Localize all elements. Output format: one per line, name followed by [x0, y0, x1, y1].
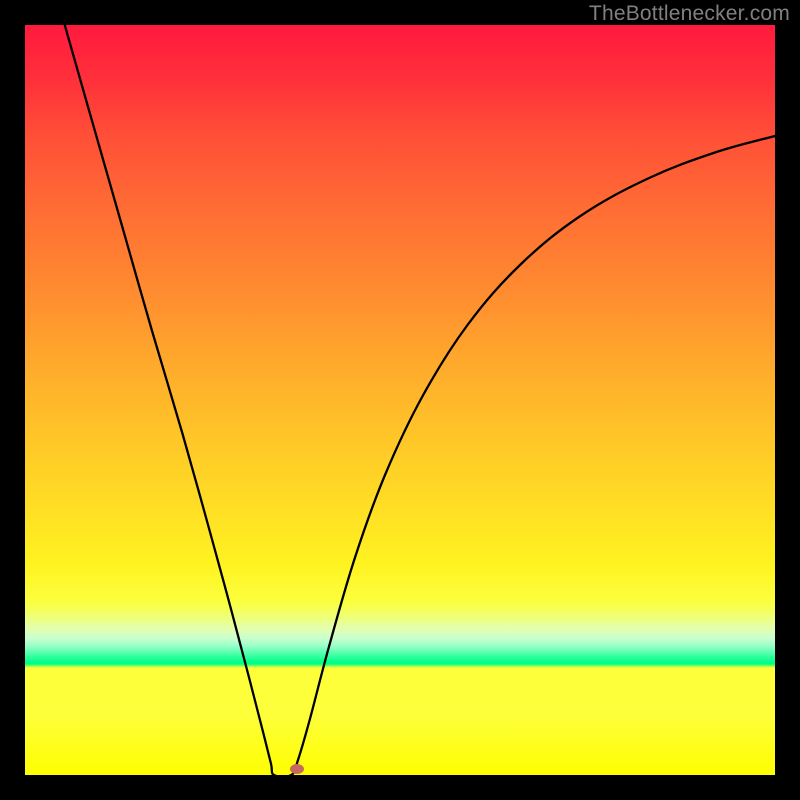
bottleneck-curve	[25, 25, 775, 775]
plot-area	[25, 25, 775, 775]
optimal-marker	[290, 764, 304, 774]
chart-frame: TheBottlenecker.com	[0, 0, 800, 800]
watermark-text: TheBottlenecker.com	[589, 2, 790, 26]
